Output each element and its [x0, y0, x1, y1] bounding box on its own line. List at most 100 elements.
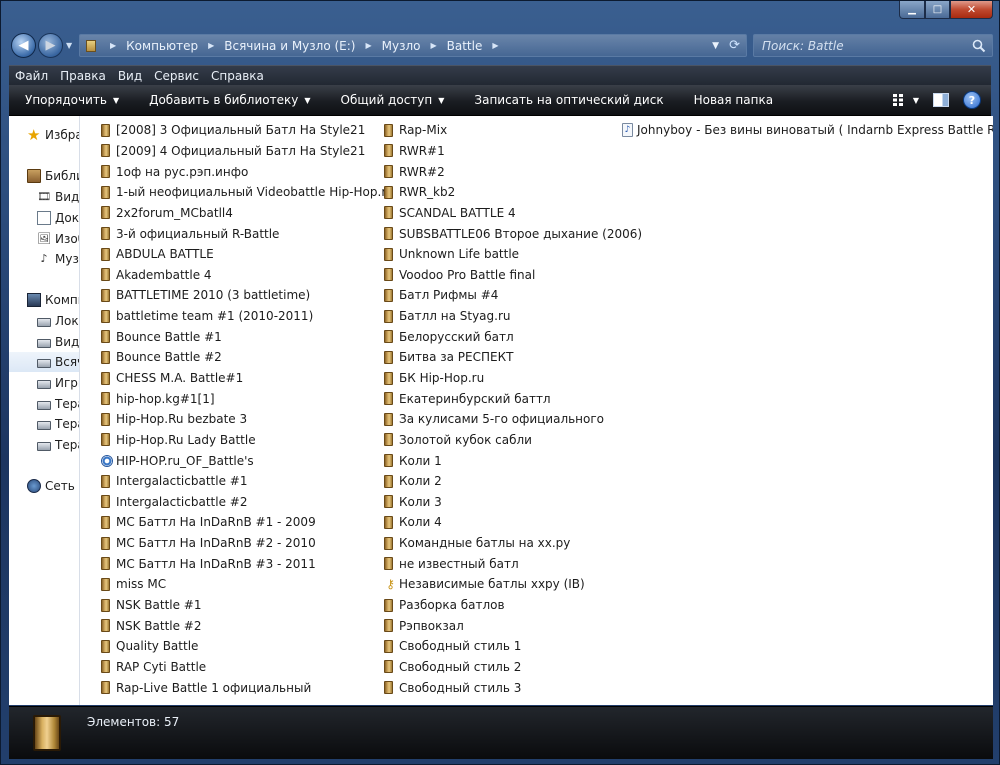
navigation-pane[interactable]: ★ Избранное Библиотеки 🎞 Видео Документы 🖼… — [9, 116, 80, 705]
search-box[interactable] — [753, 34, 993, 57]
list-item[interactable]: Intergalacticbattle #1 — [101, 471, 394, 492]
list-item[interactable]: RWR#2 — [384, 161, 642, 182]
list-item[interactable]: Intergalacticbattle #2 — [101, 492, 394, 513]
search-input[interactable] — [762, 38, 962, 53]
list-item[interactable]: MC Баттл На InDaRnB #1 - 2009 — [101, 512, 394, 533]
list-item[interactable]: Rap-Mix — [384, 120, 642, 141]
list-item[interactable]: Unknown Life battle — [384, 244, 642, 265]
minimize-button[interactable]: ▁ — [899, 1, 925, 19]
recent-pages-dropdown[interactable]: ▼ — [66, 41, 72, 50]
list-item[interactable]: SUBSBATTLE06 Второе дыхание (2006) — [384, 223, 642, 244]
nav-video-library[interactable]: 🎞 Видео — [37, 187, 79, 207]
help-icon[interactable]: ? — [963, 91, 981, 109]
title-bar[interactable]: ▁ □ ✕ — [1, 1, 999, 31]
back-button[interactable]: ◀ — [11, 33, 36, 58]
list-item[interactable]: RWR#1 — [384, 141, 642, 162]
nav-drive-local[interactable]: Локальный диск — [37, 311, 79, 331]
list-item[interactable]: Золотой кубок сабли — [384, 430, 642, 451]
nav-drive-terabyte-2[interactable]: Терабайт — [37, 414, 79, 434]
list-item[interactable]: Разборка батлов — [384, 595, 642, 616]
nav-pictures-library[interactable]: 🖼 Изображения — [37, 229, 79, 249]
chevron-right-icon[interactable]: ▶ — [365, 41, 371, 50]
list-item[interactable]: HIP-HOP.ru_OF_Battle's — [101, 450, 394, 471]
chevron-right-icon[interactable]: ▶ — [492, 41, 498, 50]
list-item[interactable]: miss MC — [101, 574, 394, 595]
nav-favorites[interactable]: ★ Избранное — [27, 125, 79, 145]
address-bar[interactable]: ▶ Компьютер ▶ Всячина и Музло (E:) ▶ Муз… — [79, 34, 747, 57]
list-item[interactable]: Voodoo Pro Battle final — [384, 264, 642, 285]
nav-drive-games[interactable]: Игры — [37, 373, 79, 393]
preview-pane-icon[interactable] — [933, 93, 949, 107]
list-item[interactable]: Командные батлы на хх.ру — [384, 533, 642, 554]
nav-documents-library[interactable]: Документы — [37, 208, 79, 228]
list-item[interactable]: ⚷ Независимые батлы xxpy (IB) — [384, 574, 642, 595]
nav-drive-terabyte-1[interactable]: Терабайт — [37, 394, 79, 414]
list-item[interactable]: За кулисами 5-го официального — [384, 409, 642, 430]
breadcrumb-battle[interactable]: Battle — [447, 39, 483, 53]
breadcrumb-muzlo[interactable]: Музло — [382, 39, 421, 53]
list-item[interactable]: [2008] 3 Официальный Батл На Style21 — [101, 120, 394, 141]
list-item[interactable]: Битва за РЕСПЕКТ — [384, 347, 642, 368]
breadcrumb-drive[interactable]: Всячина и Музло (E:) — [224, 39, 355, 53]
list-item[interactable]: Свободный стиль 1 — [384, 636, 642, 657]
burn-button[interactable]: Записать на оптический диск — [458, 93, 677, 107]
add-to-library-button[interactable]: Добавить в библиотеку ▼ — [133, 93, 324, 107]
list-item[interactable]: Bounce Battle #2 — [101, 347, 394, 368]
list-item[interactable]: Рэпвокзал — [384, 615, 642, 636]
list-item[interactable]: Белорусский батл — [384, 326, 642, 347]
nav-computer[interactable]: Компьютер — [27, 290, 79, 310]
list-item[interactable]: Quality Battle — [101, 636, 394, 657]
list-item[interactable]: Коли 2 — [384, 471, 642, 492]
list-item[interactable]: не известный батл — [384, 553, 642, 574]
share-button[interactable]: Общий доступ ▼ — [325, 93, 459, 107]
organize-button[interactable]: Упорядочить ▼ — [9, 93, 133, 107]
list-item[interactable]: hip-hop.kg#1[1] — [101, 388, 394, 409]
list-item[interactable]: Rap-Live Battle 1 официальный — [101, 677, 394, 698]
list-item[interactable]: Hip-Hop.Ru bezbate 3 — [101, 409, 394, 430]
list-item[interactable]: 1оф на рус.рэп.инфо — [101, 161, 394, 182]
list-item[interactable]: SCANDAL BATTLE 4 — [384, 203, 642, 224]
list-item[interactable]: CHESS M.A. Battle#1 — [101, 368, 394, 389]
list-item[interactable]: Коли 3 — [384, 492, 642, 513]
nav-music-library[interactable]: ♪ Музыка — [37, 249, 79, 269]
list-item[interactable]: [2009] 4 Официальный Батл На Style21 — [101, 141, 394, 162]
new-folder-button[interactable]: Новая папка — [678, 93, 787, 107]
nav-network[interactable]: Сеть — [27, 476, 75, 496]
change-view-button[interactable]: ▼ — [892, 94, 919, 106]
menu-tools[interactable]: Сервис — [148, 69, 205, 83]
list-item[interactable]: 1-ый неофициальный Videobattle Hip-Hop.r… — [101, 182, 394, 203]
list-item[interactable]: 3-й официальный R-Battle — [101, 223, 394, 244]
list-item[interactable]: RWR_kb2 — [384, 182, 642, 203]
list-item[interactable]: Екатеринбурский баттл — [384, 388, 642, 409]
menu-file[interactable]: Файл — [9, 69, 54, 83]
list-item[interactable]: ABDULA BATTLE — [101, 244, 394, 265]
list-item[interactable]: Батлл на Styag.ru — [384, 306, 642, 327]
list-item[interactable]: Hip-Hop.Ru Lady Battle — [101, 430, 394, 451]
list-item[interactable]: MC Баттл На InDaRnB #3 - 2011 — [101, 553, 394, 574]
close-button[interactable]: ✕ — [950, 1, 993, 19]
list-item[interactable]: Akadembattle 4 — [101, 264, 394, 285]
search-icon[interactable] — [972, 39, 986, 53]
list-item[interactable]: БК Hip-Hop.ru — [384, 368, 642, 389]
list-item[interactable]: Bounce Battle #1 — [101, 326, 394, 347]
nav-drive-video[interactable]: Видео — [37, 332, 79, 352]
list-item[interactable]: Свободный стиль 3 — [384, 677, 642, 698]
maximize-button[interactable]: □ — [925, 1, 950, 19]
chevron-right-icon[interactable]: ▶ — [430, 41, 436, 50]
list-item[interactable]: Батл Рифмы #4 — [384, 285, 642, 306]
nav-libraries[interactable]: Библиотеки — [27, 166, 79, 186]
menu-edit[interactable]: Правка — [54, 69, 112, 83]
breadcrumb-computer[interactable]: Компьютер — [126, 39, 198, 53]
menu-help[interactable]: Справка — [205, 69, 270, 83]
chevron-right-icon[interactable]: ▶ — [110, 41, 116, 50]
refresh-icon[interactable]: ⟳ — [729, 38, 740, 53]
chevron-right-icon[interactable]: ▶ — [208, 41, 214, 50]
list-item[interactable]: BATTLETIME 2010 (3 battletime) — [101, 285, 394, 306]
list-item[interactable]: MC Баттл На InDaRnB #2 - 2010 — [101, 533, 394, 554]
list-item[interactable]: Коли 4 — [384, 512, 642, 533]
list-item[interactable]: battletime team #1 (2010-2011) — [101, 306, 394, 327]
list-item[interactable]: Коли 1 — [384, 450, 642, 471]
list-item[interactable]: NSK Battle #2 — [101, 615, 394, 636]
list-item[interactable]: NSK Battle #1 — [101, 595, 394, 616]
forward-button[interactable]: ▶ — [38, 33, 63, 58]
